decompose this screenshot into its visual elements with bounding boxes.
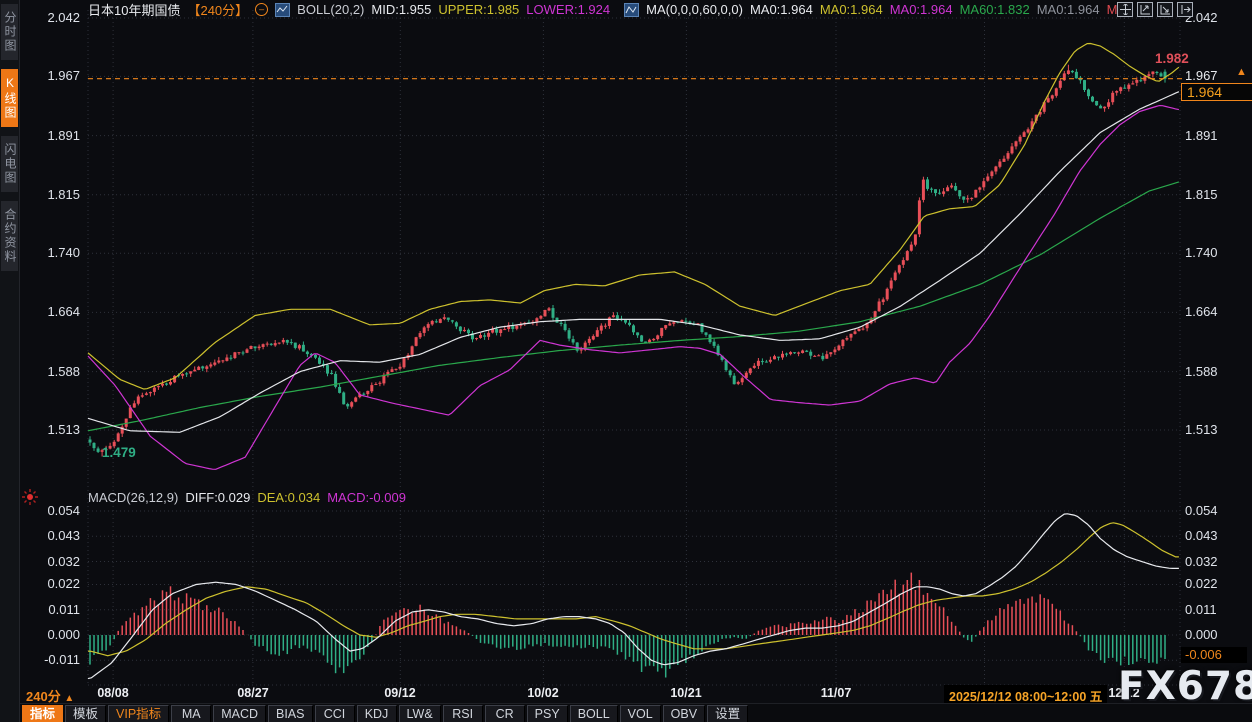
macd-hdr-item: DEA:0.034 [257, 490, 320, 505]
time-axis-row: 240分 ▲ 2025/12/12 08:00~12:00 五 08/0808/… [0, 684, 1252, 703]
toolbar-button-KDJ[interactable]: KDJ [357, 705, 397, 722]
sidebar-item-0[interactable]: 分时图 [1, 4, 18, 60]
macd-current-value-tag: -0.006 [1181, 647, 1247, 663]
axis-tick-label: 1.513 [30, 422, 80, 437]
sidebar-item-3[interactable]: 合约资料 [1, 201, 18, 271]
session-low-label: 1.479 [102, 445, 136, 460]
toolbar-button-LW&[interactable]: LW& [399, 705, 441, 722]
period-badge-icon[interactable]: – [255, 3, 268, 16]
period-label: 【240分】 [187, 0, 248, 19]
toolbar-button-VIP指标[interactable]: VIP指标 [108, 705, 169, 722]
axis-tick-label: 1.740 [1185, 245, 1218, 260]
axis-tick-label: 0.011 [1185, 602, 1217, 617]
chart-type-sidebar: 分时图 K线图闪电图合约资料 [0, 0, 20, 722]
axis-tick-label: 0.022 [30, 576, 80, 591]
current-price-tag: 1.964 [1181, 83, 1252, 101]
candlestick-chart-canvas[interactable] [0, 0, 1252, 722]
date-tick-label: 09/12 [374, 686, 426, 700]
boll-items-item: MID:1.955 [371, 2, 431, 17]
ma-items-item: MA0:1.964 [890, 2, 953, 17]
axis-tick-label: 1.815 [1185, 187, 1218, 202]
axis-tick-label: 0.000 [1185, 627, 1218, 642]
axis-tick-label: 1.513 [1185, 422, 1218, 437]
axis-tick-label: 1.588 [30, 364, 80, 379]
macd-panel-header: MACD(26,12,9) DIFF:0.029 DEA:0.034 MACD:-0.… [88, 490, 413, 504]
axis-tick-label: 1.588 [1185, 364, 1218, 379]
toolbar-button-BIAS[interactable]: BIAS [268, 705, 313, 722]
price-up-arrow-icon: ▲ [1236, 66, 1247, 78]
macd-hdr-item: MACD(26,12,9) [88, 490, 178, 505]
instrument-title: 日本10年期国债 [88, 0, 180, 19]
sidebar-item-1[interactable]: K线图 [1, 69, 18, 127]
axis-tick-label: 1.891 [1185, 128, 1218, 143]
toolbar-button-设置[interactable]: 设置 [707, 705, 748, 722]
toolbar-button-指标[interactable]: 指标 [22, 705, 63, 722]
boll-items-item: LOWER:1.924 [526, 2, 610, 17]
boll-items-item: UPPER:1.985 [438, 2, 519, 17]
date-tick-label: 08/08 [87, 686, 139, 700]
ma-items-item: MA60:1.832 [960, 2, 1030, 17]
macd-hdr-item: MACD:-0.009 [327, 490, 406, 505]
axis-tick-label: -0.011 [30, 652, 80, 667]
axis-tick-label: 1.891 [30, 128, 80, 143]
toolbar-button-PSY[interactable]: PSY [527, 705, 568, 722]
axis-tick-label: 1.664 [1185, 304, 1218, 319]
toolbar-button-MACD[interactable]: MACD [213, 705, 266, 722]
axis-tick-label: 1.815 [30, 187, 80, 202]
boll-items-item: BOLL(20,2) [297, 2, 364, 17]
axis-tick-label: 1.740 [30, 245, 80, 260]
session-high-label: 1.982 [1155, 51, 1189, 66]
toolbar-button-模板[interactable]: 模板 [65, 705, 106, 722]
ma-items-item: MA(0,0,0,60,0,0) [646, 2, 743, 17]
live-flash-icon[interactable] [21, 488, 39, 511]
axis-tick-label: 1.967 [30, 68, 80, 83]
main-chart-header: 日本10年期国债 【240分】 – BOLL(20,2) MID:1.955 UPP… [88, 2, 1140, 17]
axis-tick-label: 0.011 [30, 602, 80, 617]
axis-tick-label: 2.042 [30, 10, 80, 25]
ma-readout: MA(0,0,0,60,0,0) MA0:1.964 MA0:1.964 MA0:1.… [646, 2, 1133, 17]
axis-tick-label: 0.032 [30, 554, 80, 569]
chart-toolbar-icons [1117, 2, 1193, 17]
axis-tick-label: 0.000 [30, 627, 80, 642]
toolbar-button-CCI[interactable]: CCI [315, 705, 355, 722]
scale-up-icon[interactable] [1137, 2, 1153, 17]
axis-tick-label: 0.043 [30, 528, 80, 543]
date-tick-label: 11/07 [810, 686, 862, 700]
date-tick-label: 10/02 [517, 686, 569, 700]
toolbar-button-CR[interactable]: CR [485, 705, 525, 722]
sidebar-item-2[interactable]: 闪电图 [1, 136, 18, 192]
crosshair-icon[interactable] [1117, 2, 1133, 17]
toolbar-button-BOLL[interactable]: BOLL [570, 705, 618, 722]
toolbar-button-MA[interactable]: MA [171, 705, 211, 722]
axis-tick-label: 1.664 [30, 304, 80, 319]
price-axis-tick-label: 1.967 [1185, 68, 1218, 83]
toolbar-button-VOL[interactable]: VOL [620, 705, 661, 722]
ma-items-item: MA0:1.964 [750, 2, 813, 17]
indicator-toolbar: 指标模板VIP指标MAMACDBIASCCIKDJLW&RSICRPSYBOLL… [20, 703, 1252, 722]
boll-indicator-icon[interactable] [275, 3, 290, 17]
axis-tick-label: 0.022 [1185, 576, 1218, 591]
trading-app-window: 分时图 K线图闪电图合约资料 日本10年期国债 【240分】 – BOLL(20,… [0, 0, 1252, 722]
axis-tick-label: 0.054 [1185, 503, 1218, 518]
period-toggle-label: 240分 [26, 689, 61, 704]
axis-tick-label: 0.043 [1185, 528, 1218, 543]
ma-indicator-icon[interactable] [624, 3, 639, 17]
date-tick-label: 10/21 [660, 686, 712, 700]
axis-tick-label: 0.032 [1185, 554, 1218, 569]
toolbar-button-RSI[interactable]: RSI [443, 705, 483, 722]
date-tick-label: 08/27 [227, 686, 279, 700]
toolbar-button-OBV[interactable]: OBV [663, 705, 705, 722]
boll-readout: BOLL(20,2) MID:1.955 UPPER:1.985 LOWER:1.92… [297, 2, 617, 17]
ma-items-item: MA0:1.964 [820, 2, 883, 17]
scale-down-icon[interactable] [1157, 2, 1173, 17]
pan-right-icon[interactable] [1177, 2, 1193, 17]
macd-hdr-item: DIFF:0.029 [185, 490, 250, 505]
ma-items-item: MA0:1.964 [1037, 2, 1100, 17]
